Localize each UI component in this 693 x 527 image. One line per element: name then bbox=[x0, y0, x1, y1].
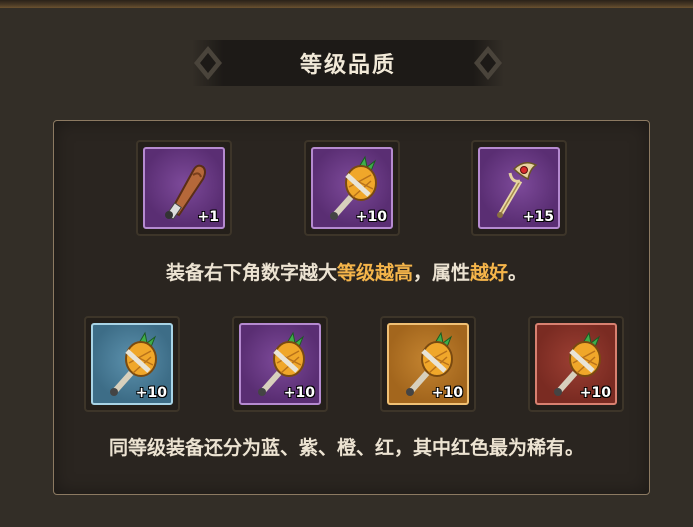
item-slot[interactable]: +10 bbox=[304, 140, 400, 236]
item-tile-red: +10 bbox=[535, 323, 617, 405]
item-tile-blue: +10 bbox=[91, 323, 173, 405]
caption-text: 。 bbox=[508, 262, 528, 284]
item-tile-purple: +10 bbox=[311, 147, 393, 229]
item-slot[interactable]: +10 bbox=[380, 316, 476, 412]
item-level: +10 bbox=[431, 385, 463, 401]
item-level: +10 bbox=[355, 209, 387, 225]
item-level: +10 bbox=[283, 385, 315, 401]
caption-level-info: 装备右下角数字越大等级越高，属性越好。 bbox=[0, 258, 693, 285]
item-tile-purple: +10 bbox=[239, 323, 321, 405]
diamond-ornament-icon bbox=[194, 46, 222, 80]
item-level: +1 bbox=[197, 209, 219, 225]
title-banner: 等级品质 bbox=[192, 40, 504, 86]
caption-text: 装备右下角数字越大 bbox=[165, 262, 337, 284]
caption-highlight: 越好 bbox=[470, 262, 509, 284]
caption-highlight: 等级越高 bbox=[336, 262, 413, 284]
item-slot[interactable]: +10 bbox=[84, 316, 180, 412]
page-title: 等级品质 bbox=[299, 53, 396, 78]
item-tile-purple: +15 bbox=[478, 147, 560, 229]
item-slot[interactable]: +10 bbox=[232, 316, 328, 412]
diamond-ornament-icon bbox=[474, 46, 502, 80]
caption-rarity-info: 同等级装备还分为蓝、紫、橙、红，其中红色最为稀有。 bbox=[108, 437, 584, 459]
item-level: +15 bbox=[522, 209, 554, 225]
item-tile-purple: +1 bbox=[143, 147, 225, 229]
top-frame-border bbox=[0, 0, 693, 8]
item-level: +10 bbox=[579, 385, 611, 401]
item-slot[interactable]: +1 bbox=[136, 140, 232, 236]
item-slot[interactable]: +15 bbox=[471, 140, 567, 236]
caption-text: ，属性 bbox=[412, 262, 470, 284]
item-tile-orange: +10 bbox=[387, 323, 469, 405]
item-level: +10 bbox=[135, 385, 167, 401]
item-slot[interactable]: +10 bbox=[528, 316, 624, 412]
